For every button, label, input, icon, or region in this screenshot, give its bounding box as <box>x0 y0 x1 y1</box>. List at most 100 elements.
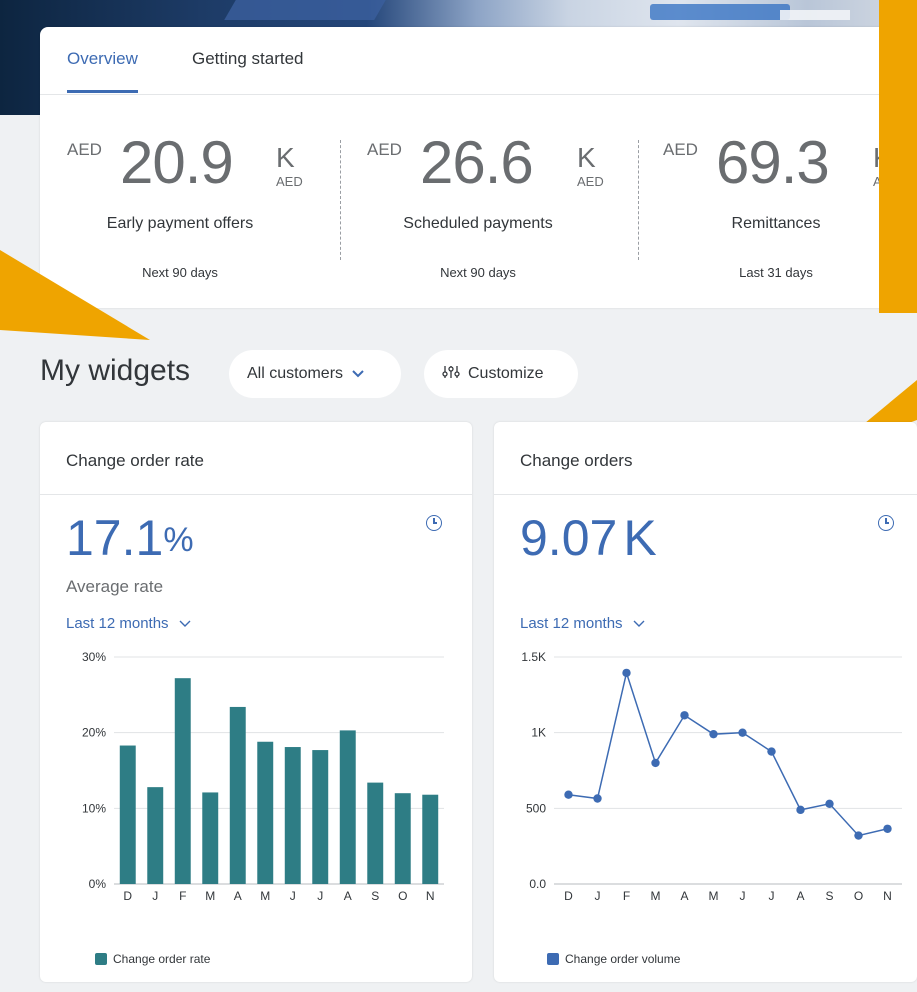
chevron-down-icon <box>175 617 192 631</box>
x-tick-label: J <box>595 889 601 903</box>
widget-metric: 9.07 K <box>520 510 657 566</box>
time-range-label: Last 12 months <box>520 615 623 632</box>
bar <box>284 747 301 884</box>
y-tick-label: 1.5K <box>521 650 546 664</box>
chevron-down-icon <box>351 366 365 382</box>
tab-bar: Overview Getting started <box>40 27 917 95</box>
kpi-remittances[interactable]: AED 69.3 K A Remittances Last 31 days <box>636 122 916 292</box>
data-point <box>854 831 863 840</box>
kpi-period: Next 90 days <box>142 265 218 280</box>
kpi-unit: AED <box>577 174 604 189</box>
x-tick-label: M <box>260 889 270 903</box>
kpi-scheduled-payments[interactable]: AED 26.6 K AED Scheduled payments Next 9… <box>338 122 618 292</box>
chart-legend: Change order volume <box>547 952 680 966</box>
chevron-down-icon <box>629 617 646 631</box>
widget-change-order-rate[interactable]: Change order rate 17.1% Average rate Las… <box>40 422 472 982</box>
x-tick-label: N <box>883 889 892 903</box>
kpi-value-row: AED 69.3 K A <box>636 130 916 200</box>
y-tick-label: 10% <box>82 801 106 815</box>
data-point <box>825 799 834 808</box>
clock-icon[interactable] <box>426 515 442 531</box>
bar <box>394 793 411 884</box>
customer-filter-label: All customers <box>247 365 344 382</box>
x-tick-label: A <box>680 889 688 903</box>
kpi-value: 69.3 <box>716 129 830 196</box>
data-point <box>593 794 602 803</box>
bar <box>119 745 136 884</box>
legend-label: Change order rate <box>113 952 211 966</box>
y-tick-label: 30% <box>82 650 106 664</box>
kpi-period: Last 31 days <box>739 265 813 280</box>
x-tick-label: D <box>564 889 573 903</box>
widget-title: Change order rate <box>66 451 204 470</box>
time-range-label: Last 12 months <box>66 615 169 632</box>
widget-metric: 17.1% <box>66 510 194 566</box>
x-tick-label: A <box>344 889 352 903</box>
y-tick-label: 1K <box>531 726 546 740</box>
tab-overview[interactable]: Overview <box>67 49 138 93</box>
bar <box>202 792 219 884</box>
x-tick-label: J <box>290 889 296 903</box>
widget-change-orders[interactable]: Change orders 9.07 K Last 12 months 0.0 50… <box>494 422 917 982</box>
kpi-label: Scheduled payments <box>403 215 553 232</box>
bar <box>174 678 191 884</box>
y-tick-label: 0% <box>89 877 107 891</box>
hero-decoration <box>780 10 850 20</box>
customize-label: Customize <box>468 365 544 382</box>
customer-filter-dropdown[interactable]: All customers <box>229 350 401 398</box>
time-range-dropdown[interactable]: Last 12 months <box>520 615 646 632</box>
x-tick-label: A <box>796 889 804 903</box>
line-chart: 0.0 500 1K 1.5K D J F M A M J J A S O N <box>521 650 902 903</box>
metric-unit: % <box>163 521 194 559</box>
x-tick-label: J <box>152 889 158 903</box>
x-tick-label: M <box>709 889 719 903</box>
kpi-unit: AED <box>276 174 303 189</box>
data-point <box>651 758 660 768</box>
widget-title: Change orders <box>520 451 633 470</box>
widget-subtitle: Average rate <box>66 577 164 596</box>
x-tick-label: N <box>426 889 435 903</box>
kpi-currency-prefix: AED <box>67 140 102 159</box>
kpi-label: Early payment offers <box>106 215 254 232</box>
bar <box>339 730 356 884</box>
legend-label: Change order volume <box>565 952 681 966</box>
data-point <box>796 805 805 815</box>
bar <box>229 706 246 884</box>
bar <box>147 787 164 884</box>
x-tick-label: F <box>623 889 630 903</box>
kpi-value: 20.9 <box>120 129 234 196</box>
clock-icon[interactable] <box>878 515 894 531</box>
kpi-early-payment-offers[interactable]: AED 20.9 K AED Early payment offers Next… <box>40 122 320 292</box>
bar-chart: 0% 10% 20% 30% D J F M A M J J A S O N <box>82 650 444 903</box>
metric-value: 9.07 <box>520 510 618 566</box>
x-tick-label: J <box>740 889 746 903</box>
kpi-period: Next 90 days <box>440 265 516 280</box>
x-tick-label: S <box>825 889 833 903</box>
data-point <box>709 729 718 739</box>
data-point <box>738 728 747 737</box>
chart-legend: Change order rate <box>95 952 210 966</box>
data-point <box>767 747 776 756</box>
widgets-title: My widgets <box>40 354 191 387</box>
x-tick-label: M <box>651 889 661 903</box>
data-point <box>883 824 892 833</box>
customize-button[interactable]: Customize <box>424 350 578 398</box>
widget-header: Change orders <box>494 422 917 495</box>
kpi-value-row: AED 20.9 K AED <box>40 130 320 200</box>
x-tick-label: S <box>371 889 379 903</box>
x-tick-label: A <box>234 889 242 903</box>
series-line <box>568 670 888 837</box>
time-range-dropdown[interactable]: Last 12 months <box>66 615 192 632</box>
metric-unit: K <box>623 510 657 566</box>
data-point <box>564 790 573 799</box>
bar <box>312 750 329 884</box>
kpi-scale: K <box>577 142 596 173</box>
kpi-label: Remittances <box>731 215 821 232</box>
y-tick-label: 500 <box>526 801 546 815</box>
tab-getting-started[interactable]: Getting started <box>192 49 304 93</box>
x-tick-label: J <box>769 889 775 903</box>
hero-decoration <box>224 0 386 20</box>
x-tick-label: O <box>854 889 863 903</box>
kpi-currency-prefix: AED <box>663 140 698 159</box>
legend-swatch <box>95 953 107 965</box>
